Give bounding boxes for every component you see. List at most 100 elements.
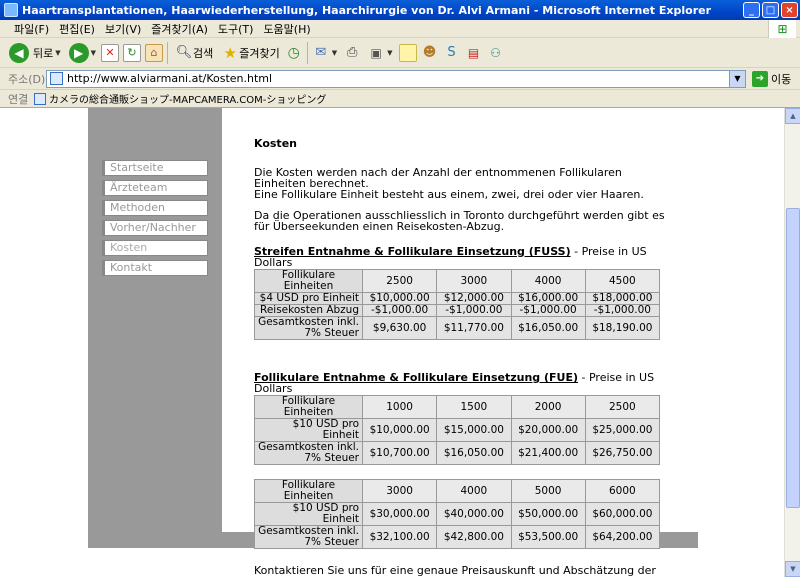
table-cell: $4 USD pro Einheit	[254, 292, 363, 305]
site-content: Kosten Die Kosten werden nach der Anzahl…	[222, 108, 698, 577]
edit-dropdown-icon[interactable]: ▼	[387, 49, 392, 57]
scroll-thumb[interactable]	[786, 208, 800, 508]
search-label: 검색	[193, 46, 214, 60]
menu-bar: 파일(F) 편집(E) 보기(V) 즐겨찾기(A) 도구(T) 도움말(H) ⊞	[0, 20, 800, 38]
table-cell: Follikulare Einheiten	[254, 395, 363, 419]
scroll-down-icon[interactable]: ▼	[785, 561, 800, 577]
stop-icon[interactable]: ✕	[101, 43, 120, 62]
table-cell: $16,050.00	[436, 441, 512, 465]
favorites-button[interactable]: ★ 즐겨찾기	[218, 41, 282, 65]
menu-tools[interactable]: 도구(T)	[218, 21, 254, 37]
table-cell: $42,800.00	[436, 525, 512, 549]
table-cell: $18,190.00	[584, 316, 661, 340]
forward-arrow-icon: ▶	[68, 42, 89, 63]
table-cell: $40,000.00	[436, 502, 512, 526]
go-arrow-icon: ➔	[752, 70, 768, 87]
nav-aerzteteam[interactable]: Ärzteteam	[102, 180, 208, 196]
skype-icon[interactable]: S	[443, 44, 461, 62]
favorites-label: 즐겨찾기	[239, 46, 280, 60]
minimize-button[interactable]: _	[743, 2, 760, 18]
links-item[interactable]: カメラの総合通販ショップ-MAPCAMERA.COM-ショッピング	[34, 91, 326, 106]
menu-file[interactable]: 파일(F)	[14, 21, 49, 37]
people-icon[interactable]: ⚇	[487, 44, 505, 62]
mail-dropdown-icon[interactable]: ▼	[332, 49, 337, 57]
fue-section-title: Follikulare Entnahme & Follikulare Einse…	[254, 372, 674, 394]
print-icon[interactable]: ⎙	[343, 44, 361, 62]
menu-edit[interactable]: 편집(E)	[59, 21, 95, 37]
table-row: Follikulare Einheiten 1000 1500 2000 250…	[254, 395, 661, 419]
table-cell: $15,000.00	[436, 418, 512, 442]
table-cell: 2500	[361, 269, 438, 293]
nav-kontakt[interactable]: Kontakt	[102, 260, 208, 276]
table-cell: $60,000.00	[584, 502, 661, 526]
fuss-title: Streifen Entnahme & Follikulare Einsetzu…	[254, 245, 571, 258]
back-dropdown-icon[interactable]: ▼	[55, 49, 60, 57]
refresh-icon[interactable]: ↻	[123, 43, 142, 62]
links-item-label: カメラの総合通販ショップ-MAPCAMERA.COM-ショッピング	[49, 95, 327, 106]
table-cell: $10,000.00	[361, 292, 438, 305]
messenger-icon[interactable]: ☻	[421, 44, 439, 62]
table-row: Gesamtkosten inkl. 7% Steuer $10,700.00 …	[254, 441, 661, 465]
search-icon: 🔍︎	[175, 45, 193, 60]
table-cell: Gesamtkosten inkl. 7% Steuer	[254, 316, 363, 340]
table-row: $10 USD pro Einheit $10,000.00 $15,000.0…	[254, 418, 661, 442]
table-cell: 2000	[510, 395, 586, 419]
maximize-button[interactable]: □	[762, 2, 779, 18]
forward-button[interactable]: ▶ ▼	[66, 41, 99, 65]
table-cell: $64,200.00	[584, 525, 661, 549]
table-cell: -$1,000.00	[361, 304, 438, 317]
content-area: Kosten Die Kosten werden nach der Anzahl…	[254, 138, 674, 577]
scroll-up-icon[interactable]: ▲	[785, 108, 800, 124]
nav-startseite[interactable]: Startseite	[102, 160, 208, 176]
table-row: Gesamtkosten inkl. 7% Steuer $9,630.00 $…	[254, 316, 661, 340]
forward-dropdown-icon[interactable]: ▼	[91, 49, 96, 57]
address-label: 주소(D)	[8, 72, 46, 86]
table-cell: 4000	[510, 269, 586, 293]
address-input[interactable]: http://www.alviarmani.at/Kosten.html ▼	[46, 69, 746, 88]
page-icon	[34, 92, 46, 105]
table-row: $4 USD pro Einheit $10,000.00 $12,000.00…	[254, 292, 661, 305]
table-row: Follikulare Einheiten 2500 3000 4000 450…	[254, 269, 661, 293]
window-title: Haartransplantationen, Haarwiederherstel…	[22, 3, 712, 17]
table-cell: 1000	[361, 395, 438, 419]
notes-icon[interactable]	[398, 43, 417, 62]
table-cell: 6000	[584, 479, 661, 503]
table-cell: $30,000.00	[361, 502, 438, 526]
table-cell: $11,770.00	[436, 316, 512, 340]
table-cell: $53,500.00	[510, 525, 586, 549]
table-cell: $50,000.00	[510, 502, 586, 526]
toolbar-separator	[167, 41, 169, 64]
fue-price-table-2: Follikulare Einheiten 3000 4000 5000 600…	[254, 479, 661, 549]
menu-view[interactable]: 보기(V)	[105, 21, 141, 37]
mail-icon[interactable]: ✉	[312, 44, 330, 62]
menu-help[interactable]: 도움말(H)	[263, 21, 310, 37]
menu-favorites[interactable]: 즐겨찾기(A)	[151, 21, 208, 37]
nav-kosten[interactable]: Kosten	[102, 240, 208, 256]
research-icon[interactable]: ▤	[465, 44, 483, 62]
address-dropdown-icon[interactable]: ▼	[729, 70, 745, 87]
nav-methoden[interactable]: Methoden	[102, 200, 208, 216]
nav-vorher-nachher[interactable]: Vorher/Nachher	[102, 220, 208, 236]
table-cell: $32,100.00	[361, 525, 438, 549]
close-button[interactable]: ×	[781, 2, 798, 18]
travel-text: Da die Operationen ausschliesslich in To…	[254, 209, 665, 233]
back-arrow-icon: ◀	[9, 42, 29, 63]
table-cell: Follikulare Einheiten	[254, 269, 363, 293]
search-button[interactable]: 🔍︎ 검색	[172, 41, 216, 65]
history-icon[interactable]: ◷	[285, 44, 303, 62]
home-icon[interactable]: ⌂	[145, 43, 164, 62]
table-row: Gesamtkosten inkl. 7% Steuer $32,100.00 …	[254, 525, 661, 549]
ie-icon	[4, 3, 18, 17]
go-button[interactable]: ➔ 이동	[752, 70, 791, 87]
edit-icon[interactable]: ▣	[367, 44, 385, 62]
table-cell: Reisekosten Abzug	[254, 304, 363, 317]
fue-title: Follikulare Entnahme & Follikulare Einse…	[254, 371, 579, 384]
contact-text: Kontaktieren Sie uns für eine genaue Pre…	[254, 564, 656, 577]
address-url[interactable]: http://www.alviarmani.at/Kosten.html	[67, 72, 729, 85]
fue-price-table-1: Follikulare Einheiten 1000 1500 2000 250…	[254, 395, 661, 465]
vertical-scrollbar[interactable]: ▲ ▼	[784, 108, 800, 577]
table-cell: $18,000.00	[584, 292, 661, 305]
table-cell: Follikulare Einheiten	[254, 479, 363, 503]
back-button[interactable]: ◀ 뒤로 ▼	[6, 41, 64, 65]
links-label: 연결	[8, 92, 29, 106]
